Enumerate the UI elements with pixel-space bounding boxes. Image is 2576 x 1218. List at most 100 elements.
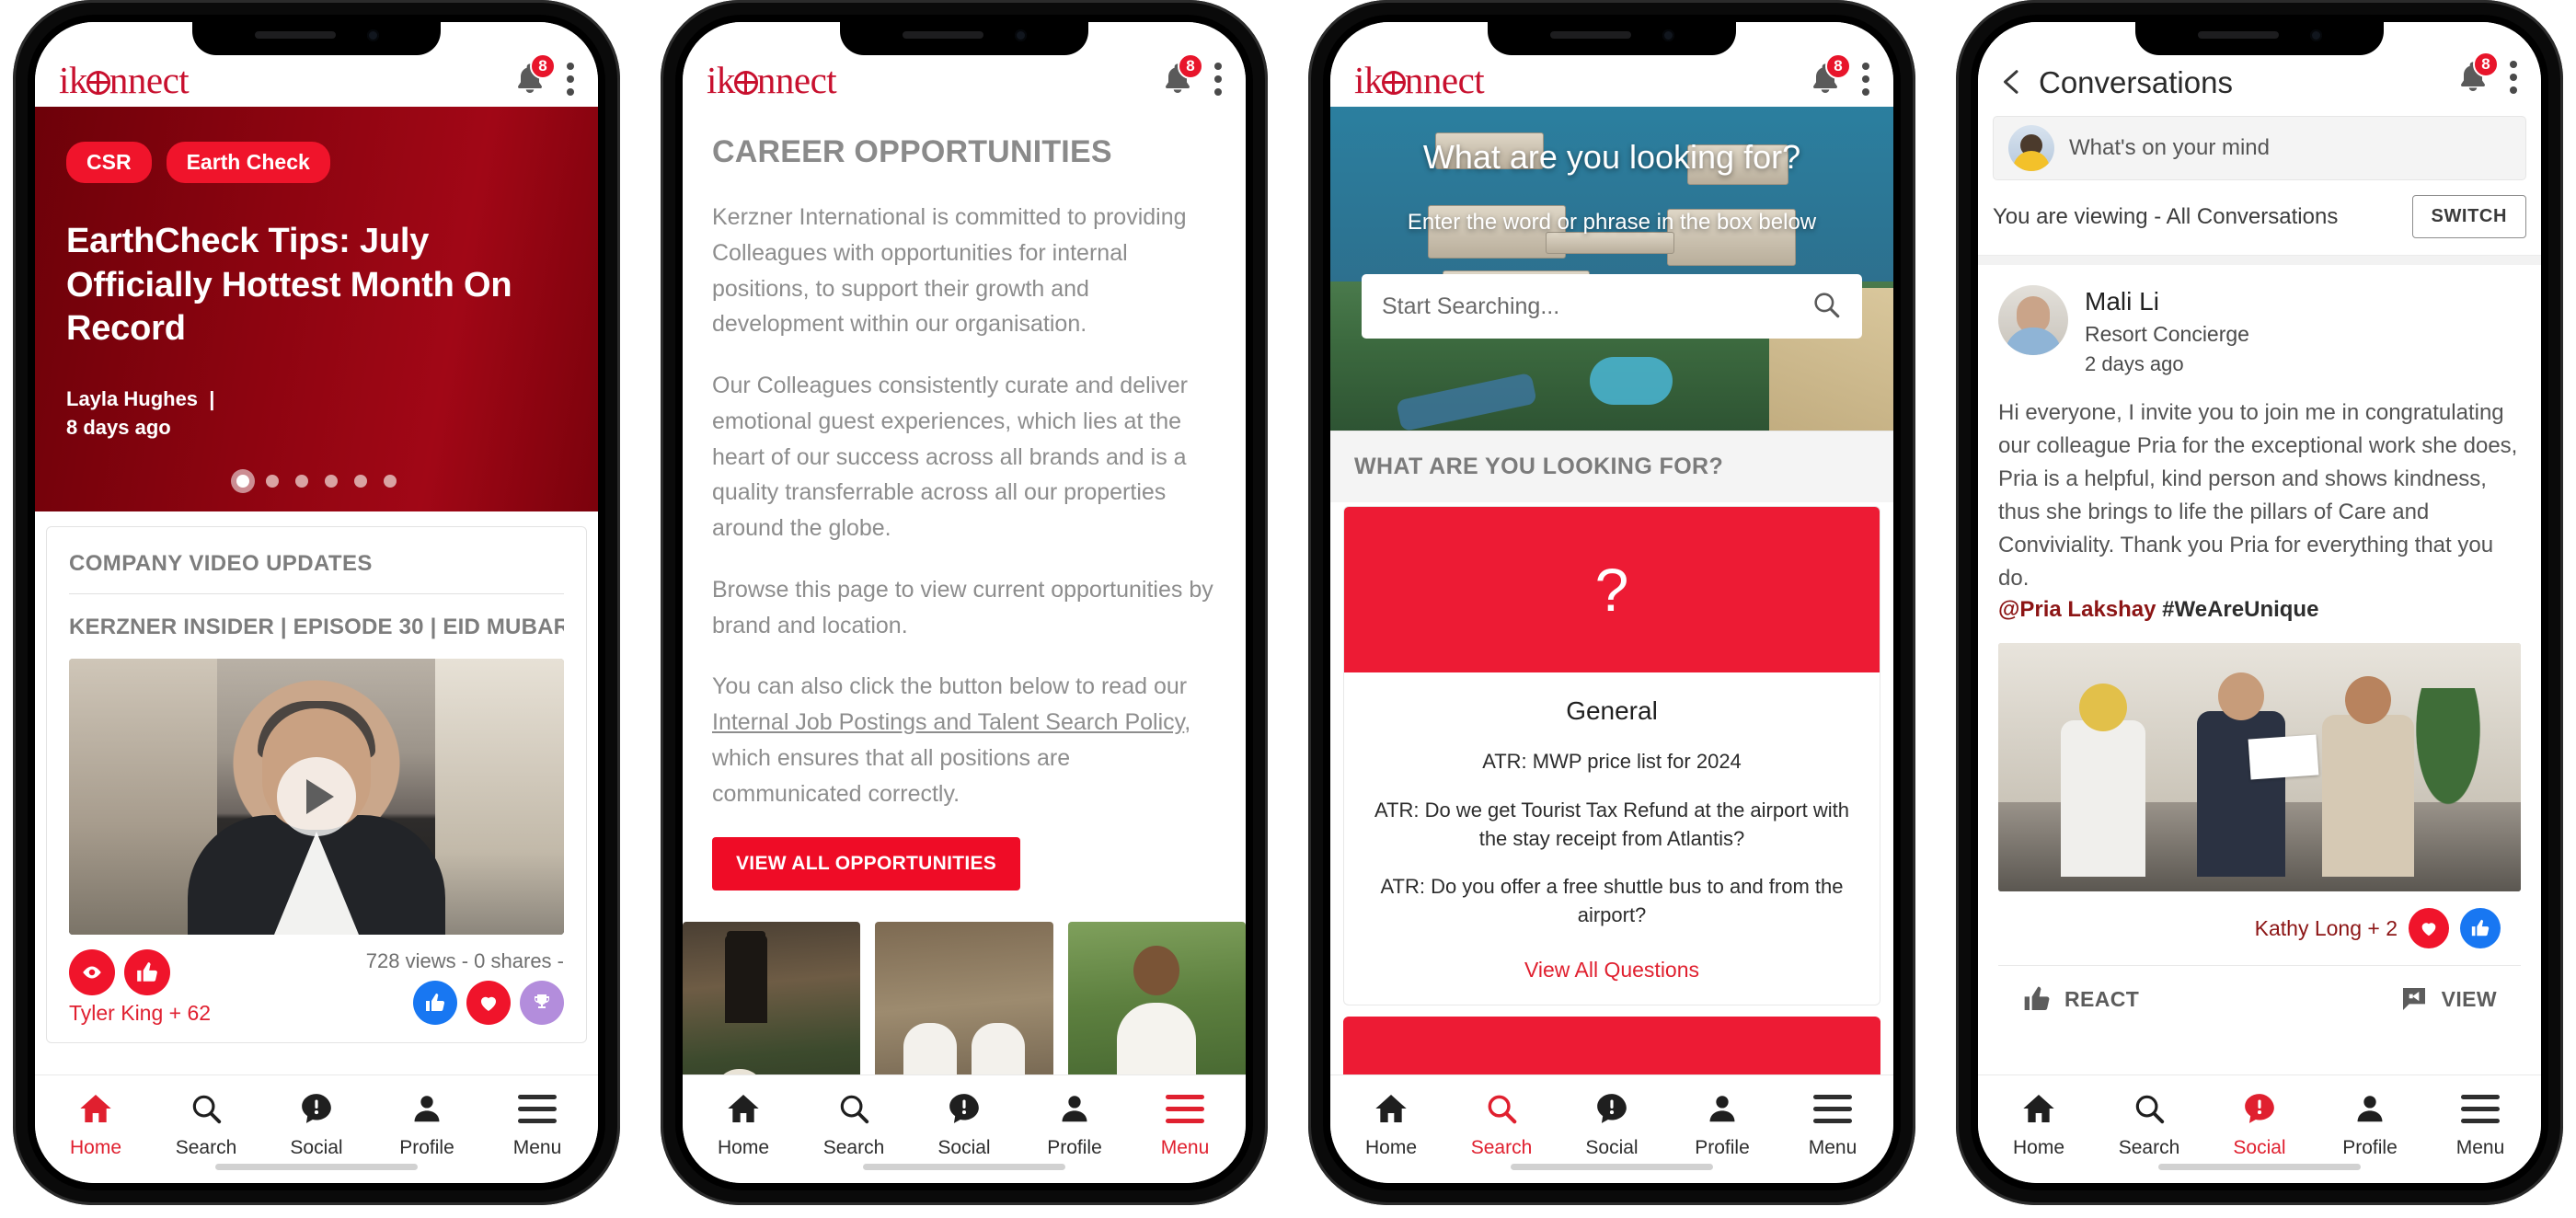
like-icon[interactable] [413,981,457,1025]
play-button[interactable] [277,757,356,836]
faq-banner-partial [1343,1016,1880,1074]
more-options-button[interactable] [1858,59,1873,99]
comment-icon [2402,988,2425,1010]
search-input[interactable] [1382,293,1811,320]
reactor-names[interactable]: Tyler King + 62 [69,1001,211,1026]
more-options-button[interactable] [563,59,578,99]
notifications-button[interactable]: 8 [2455,52,2499,96]
kebab-dot [1214,63,1222,70]
phone-3-search: ik nnect 8 What are you looking for? Ent… [1308,0,1915,1205]
ikonnect-logo[interactable]: ik nnect [59,62,190,99]
video-stats-row: Tyler King + 62 728 views - 0 shares - [69,949,564,1026]
nav-item-home[interactable]: Home [1340,1088,1442,1159]
post-likers[interactable]: Kathy Long + 2 [2255,916,2398,941]
trophy-icon[interactable] [520,981,564,1025]
avatar[interactable] [1998,285,2068,355]
carousel-dot[interactable] [325,475,338,488]
faq-category: General [1566,696,1658,725]
phone-4-screen: Conversations 8 What's on your mind You … [1978,22,2541,1183]
react-button[interactable]: REACT [2022,984,2139,1014]
post-mention[interactable]: @Pria Lakshay [1998,597,2156,622]
carousel-dots[interactable] [66,475,567,488]
kebab-dot [567,63,574,70]
faq-card-next[interactable] [1343,1016,1880,1074]
nav-item-profile[interactable]: Profile [1024,1088,1125,1159]
notifications-button[interactable]: 8 [1159,53,1203,98]
ikonnect-logo[interactable]: ik nnect [1354,62,1485,99]
carousel-dot[interactable] [266,475,279,488]
nav-item-menu[interactable]: Menu [1782,1088,1883,1159]
eye-reaction-icon[interactable] [69,949,115,995]
nav-item-social[interactable]: Social [914,1088,1015,1159]
article-cta-paragraph: You can also click the button below to r… [712,669,1216,811]
nav-label-social: Social [290,1137,343,1158]
career-photo[interactable] [1067,922,1246,1074]
hero-tag-csr[interactable]: CSR [66,142,152,183]
back-icon[interactable] [1998,66,2026,98]
nav-item-menu[interactable]: Menu [487,1088,588,1159]
viewing-filter-row: You are viewing - All Conversations SWIT… [1978,180,2541,256]
nav-item-profile[interactable]: Profile [1672,1088,1773,1159]
hero-author: Layla Hughes [66,386,199,410]
react-label: REACT [2064,986,2140,1011]
more-options-button[interactable] [2506,57,2521,98]
hero-article-card[interactable]: CSR Earth Check EarthCheck Tips: July Of… [35,107,598,511]
notifications-button[interactable]: 8 [1807,53,1851,98]
nav-item-social[interactable]: Social [266,1088,367,1159]
view-all-opportunities-button[interactable]: VIEW ALL OPPORTUNITIES [712,837,1021,891]
policy-link[interactable]: Internal Job Postings and Talent Search … [712,709,1184,735]
post-tags: @Pria Lakshay #WeAreUnique [1998,597,2521,623]
article-paragraph-3: Browse this page to view current opportu… [712,576,1213,638]
post-body: Hi everyone, I invite you to join me in … [1998,400,2518,591]
phone-3-notch [1488,15,1736,55]
career-photo[interactable] [875,922,1053,1074]
profile-icon [1057,1088,1092,1129]
hero-tag-earth-check[interactable]: Earth Check [166,142,330,183]
more-options-button[interactable] [1211,59,1225,99]
nav-item-social[interactable]: Social [2209,1088,2310,1159]
search-icon[interactable] [1811,289,1842,325]
post-hashtag[interactable]: #WeAreUnique [2162,597,2318,622]
nav-item-search[interactable]: Search [1451,1088,1552,1159]
ikonnect-logo[interactable]: ik nnect [707,62,837,99]
faq-question[interactable]: ATR: Do you offer a free shuttle bus to … [1364,873,1859,930]
view-all-questions-link[interactable]: View All Questions [1524,958,1699,982]
nav-item-search[interactable]: Search [2099,1088,2200,1159]
like-icon[interactable] [2460,908,2501,948]
career-photo[interactable] [683,922,861,1074]
nav-item-home[interactable]: Home [45,1088,146,1159]
nav-item-profile[interactable]: Profile [2319,1088,2421,1159]
nav-item-social[interactable]: Social [1561,1088,1662,1159]
view-button[interactable]: VIEW [2399,984,2497,1014]
phone-2-careers: ik nnect 8 CAREER OPPORTUNITIES Kerzner … [661,0,1268,1205]
kebab-dot [2510,86,2517,94]
post-composer[interactable]: What's on your mind [1993,116,2526,180]
video-title[interactable]: KERZNER INSIDER | EPISODE 30 | EID MUBAR… [69,615,564,640]
post-image[interactable] [1998,643,2521,891]
faq-question[interactable]: ATR: MWP price list for 2024 [1364,748,1859,776]
nav-item-profile[interactable]: Profile [376,1088,477,1159]
nav-item-menu[interactable]: Menu [2430,1088,2531,1159]
nav-item-menu[interactable]: Menu [1134,1088,1236,1159]
nav-item-home[interactable]: Home [693,1088,794,1159]
carousel-dot[interactable] [384,475,397,488]
social-icon [299,1088,334,1129]
notifications-button[interactable]: 8 [512,53,556,98]
carousel-dot-active[interactable] [236,475,249,488]
search-field-wrapper[interactable] [1362,274,1862,339]
faq-question[interactable]: ATR: Do we get Tourist Tax Refund at the… [1364,797,1859,854]
nav-item-search[interactable]: Search [803,1088,904,1159]
kebab-dot [567,88,574,96]
switch-button[interactable]: SWITCH [2411,195,2526,238]
nav-item-home[interactable]: Home [1988,1088,2089,1159]
video-thumbnail[interactable] [69,659,564,935]
post-author[interactable]: Mali Li [2085,287,2249,316]
earpiece-speaker [2197,31,2279,39]
heart-icon[interactable] [2409,908,2449,948]
carousel-dot[interactable] [354,475,367,488]
carousel-dot[interactable] [295,475,308,488]
nav-item-search[interactable]: Search [155,1088,257,1159]
thumbs-up-reaction-icon[interactable] [124,949,170,995]
heart-icon[interactable] [466,981,511,1025]
notification-badge: 8 [530,53,556,79]
